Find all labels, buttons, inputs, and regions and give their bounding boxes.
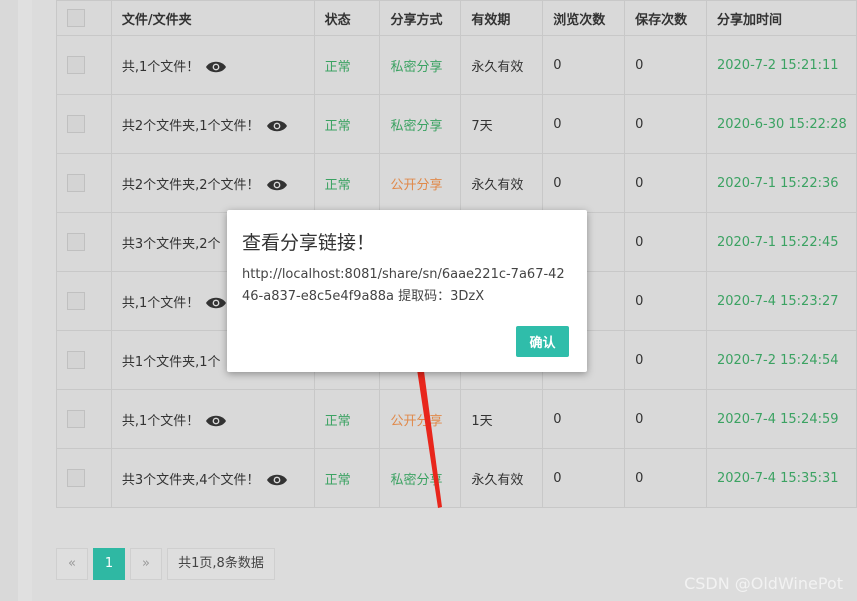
- confirm-button[interactable]: 确认: [516, 326, 569, 357]
- dialog-message[interactable]: http://localhost:8081/share/sn/6aae221c-…: [242, 264, 572, 308]
- pagination-info: 共1页,8条数据: [167, 548, 275, 580]
- dialog-title: 查看分享链接！: [242, 232, 376, 254]
- share-link-dialog: 查看分享链接！ http://localhost:8081/share/sn/6…: [227, 210, 587, 372]
- watermark: CSDN @OldWinePot: [684, 574, 843, 593]
- next-page-button[interactable]: »: [130, 548, 162, 580]
- prev-page-button[interactable]: «: [56, 548, 88, 580]
- current-page-button[interactable]: 1: [93, 548, 125, 580]
